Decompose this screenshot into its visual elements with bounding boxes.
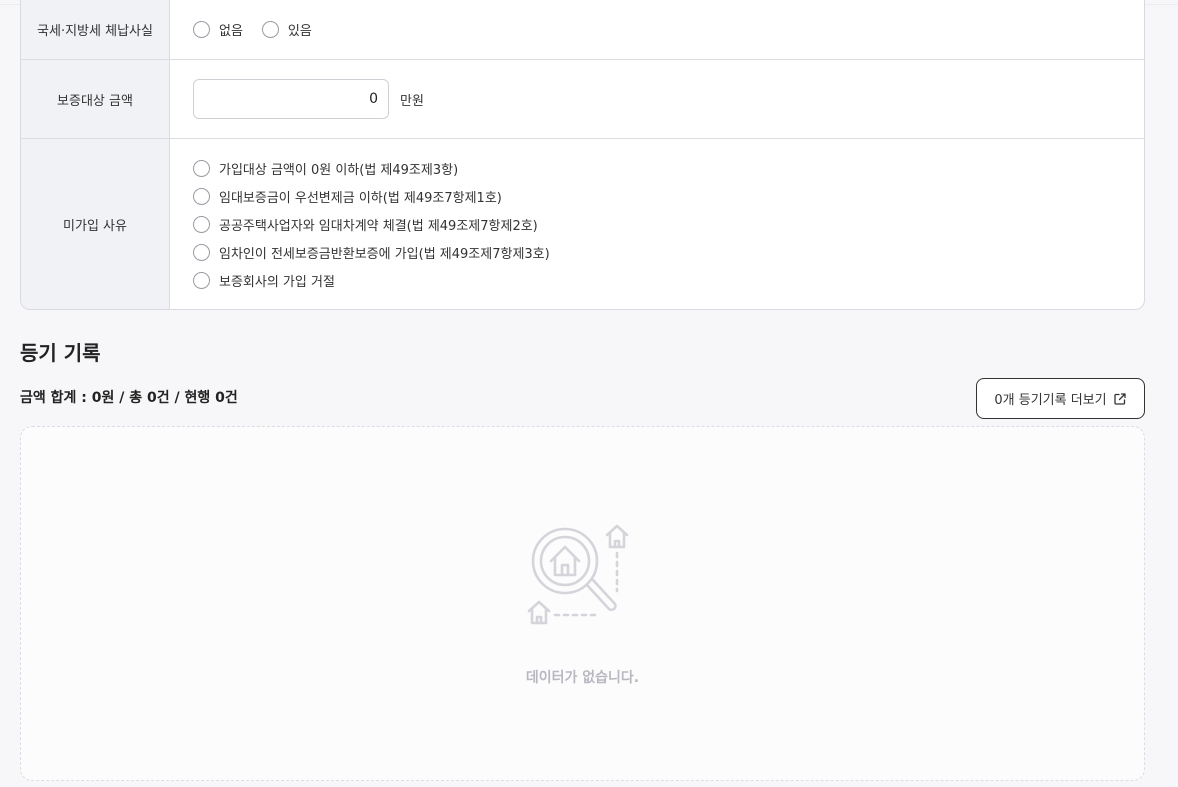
reason-option[interactable]: 가입대상 금액이 0원 이하(법 제49조제3항) (193, 159, 550, 178)
reason-label: 공공주택사업자와 임대차계약 체결(법 제49조제7항제2호) (219, 219, 538, 234)
reason-radio-circle[interactable] (193, 216, 210, 233)
reason-radio-circle[interactable] (193, 244, 210, 261)
tax-arrears-row: 국세·지방세 체납사실 없음 있음 (21, 0, 1144, 60)
guarantee-amount-label: 보증대상 금액 (21, 60, 170, 138)
registry-title: 등기 기록 (20, 341, 101, 365)
reason-option[interactable]: 임대보증금이 우선변제금 이하(법 제49조7항제1호) (193, 187, 550, 206)
non-enrollment-label: 미가입 사유 (21, 139, 170, 309)
guarantee-amount-value: 만원 (170, 60, 1144, 138)
amount-unit: 만원 (400, 93, 424, 109)
reason-list: 가입대상 금액이 0원 이하(법 제49조제3항) 임대보증금이 우선변제금 이… (193, 159, 550, 290)
radio-exists-circle[interactable] (261, 21, 279, 38)
reason-label: 임차인이 전세보증금반환보증에 가입(법 제49조제7항제3호) (219, 247, 550, 262)
radio-none-circle[interactable] (193, 21, 210, 38)
house-search-icon (527, 524, 629, 625)
empty-state-text: 데이터가 없습니다. (525, 670, 640, 686)
more-registry-label: 0개 등기기록 더보기 (994, 393, 1107, 408)
reason-radio-circle[interactable] (193, 160, 210, 177)
external-link-icon (1113, 392, 1126, 405)
non-enrollment-row: 미가입 사유 가입대상 금액이 0원 이하(법 제49조제3항) 임대보증금이 … (21, 139, 1144, 309)
non-enrollment-options: 가입대상 금액이 0원 이하(법 제49조제3항) 임대보증금이 우선변제금 이… (170, 139, 1144, 309)
guarantee-amount-row: 보증대상 금액 만원 (21, 60, 1144, 139)
empty-state-box: 데이터가 없습니다. (20, 426, 1145, 781)
reason-radio-circle[interactable] (193, 188, 210, 205)
reason-option[interactable]: 임차인이 전세보증금반환보증에 가입(법 제49조제7항제3호) (193, 243, 550, 262)
radio-exists-label: 있음 (287, 24, 312, 39)
reason-label: 보증회사의 가입 거절 (219, 275, 335, 290)
more-registry-button[interactable]: 0개 등기기록 더보기 (976, 378, 1145, 419)
guarantee-amount-input[interactable] (193, 79, 389, 119)
registry-summary: 금액 합계 : 0원 / 총 0건 / 현행 0건 (20, 390, 238, 406)
reason-option[interactable]: 공공주택사업자와 임대차계약 체결(법 제49조제7항제2호) (193, 215, 550, 234)
reason-label: 임대보증금이 우선변제금 이하(법 제49조7항제1호) (219, 191, 502, 206)
form-table: 국세·지방세 체납사실 없음 있음 보증대상 금액 만원 미가입 사유 가입대상 (20, 0, 1145, 310)
radio-none-label: 없음 (219, 24, 243, 39)
radio-none[interactable]: 없음 (193, 20, 243, 39)
tax-arrears-label: 국세·지방세 체납사실 (21, 0, 170, 59)
tax-arrears-options: 없음 있음 (170, 0, 1144, 59)
radio-exists[interactable]: 있음 (261, 20, 312, 39)
reason-label: 가입대상 금액이 0원 이하(법 제49조제3항) (219, 163, 459, 178)
reason-radio-circle[interactable] (193, 272, 210, 289)
reason-option[interactable]: 보증회사의 가입 거절 (193, 271, 550, 290)
